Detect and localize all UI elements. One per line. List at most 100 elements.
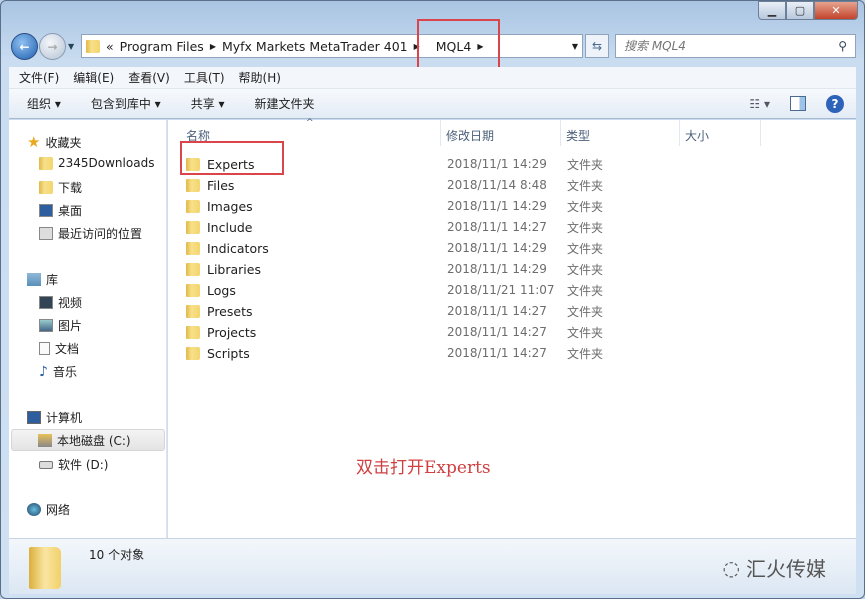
sidebar-item-pictures[interactable]: 图片 [39,317,82,334]
file-date: 2018/11/1 14:29 [447,199,547,213]
sidebar-item-music[interactable]: ♪ 音乐 [39,363,77,380]
drive-icon [39,460,53,469]
search-input[interactable] [624,39,804,53]
sidebar-libraries[interactable]: 库 [27,271,58,288]
sidebar-item-recent-places[interactable]: 最近访问的位置 [39,225,142,242]
folder-icon [86,39,100,53]
folder-icon [186,178,200,192]
close-button[interactable]: ✕ [814,1,858,20]
file-type: 文件夹 [567,304,604,319]
file-date: 2018/11/1 14:29 [447,262,547,276]
menu-edit[interactable]: 编辑(E) [73,69,114,86]
file-date: 2018/11/1 14:27 [447,220,547,234]
share-button[interactable]: 共享 ▾ [191,95,225,112]
search-box[interactable]: ⚲ [615,34,856,58]
file-date: 2018/11/1 14:27 [447,325,547,339]
file-row-images[interactable]: Images 2018/11/1 14:29 文件夹 [182,196,622,216]
file-list: 名称 ^ 修改日期 类型 大小 Experts 2018/11/1 14:29 … [168,118,856,538]
forward-button[interactable]: → [39,33,66,60]
menu-tools[interactable]: 工具(T) [184,69,225,86]
sidebar-item-drive-d[interactable]: 软件 (D:) [39,456,108,473]
annotation-text: 双击打开Experts [356,458,491,478]
sidebar-item-downloads[interactable]: 下载 [39,179,82,196]
file-row-presets[interactable]: Presets 2018/11/1 14:27 文件夹 [182,301,622,321]
library-icon [27,273,41,286]
recent-pages-dropdown[interactable]: ▼ [68,42,74,51]
command-bar: 组织 ▾ 包含到库中 ▾ 共享 ▾ 新建文件夹 ☷ ▾ ? [9,89,856,119]
sidebar-item-desktop[interactable]: 桌面 [39,202,82,219]
breadcrumb-program-files[interactable]: Program Files [120,39,204,54]
file-row-include[interactable]: Include 2018/11/1 14:27 文件夹 [182,217,622,237]
new-folder-button[interactable]: 新建文件夹 [255,95,315,112]
sidebar-computer[interactable]: 计算机 [27,409,82,426]
file-row-libraries[interactable]: Libraries 2018/11/1 14:29 文件夹 [182,259,622,279]
navigation-pane: ★ 收藏夹 2345Downloads 下载 桌面 最近访问的位置 库 视频 图片… [9,120,167,538]
breadcrumb-overflow[interactable]: « [106,39,114,54]
folder-icon [29,547,61,589]
file-type: 文件夹 [567,325,604,340]
help-icon[interactable]: ? [826,94,844,113]
file-date: 2018/11/21 11:07 [447,283,555,297]
sidebar-item-videos[interactable]: 视频 [39,294,82,311]
chevron-right-icon[interactable]: ▶ [210,42,216,51]
address-dropdown-icon[interactable]: ▼ [572,42,578,51]
recent-places-icon [39,227,53,240]
file-type: 文件夹 [567,262,604,277]
file-type: 文件夹 [567,199,604,214]
file-row-scripts[interactable]: Scripts 2018/11/1 14:27 文件夹 [182,343,622,363]
column-type[interactable]: 类型 [566,127,590,144]
preview-pane-icon[interactable] [790,96,806,111]
address-bar[interactable]: « Program Files ▶ Myfx Markets MetaTrade… [81,34,583,58]
file-date: 2018/11/14 8:48 [447,178,547,192]
minimize-button[interactable]: ▁ [758,1,786,20]
nav-buttons: ← → ▼ [11,33,74,60]
include-library-button[interactable]: 包含到库中 ▾ [91,95,161,112]
file-date: 2018/11/1 14:29 [447,241,547,255]
folder-icon [186,325,200,339]
menu-help[interactable]: 帮助(H) [239,69,281,86]
menu-view[interactable]: 查看(V) [128,69,170,86]
refresh-button[interactable]: ⇆ [585,34,609,58]
file-row-files[interactable]: Files 2018/11/14 8:48 文件夹 [182,175,622,195]
item-count: 10 个对象 [89,548,145,562]
file-row-indicators[interactable]: Indicators 2018/11/1 14:29 文件夹 [182,238,622,258]
sidebar-network[interactable]: 网络 [27,501,70,518]
file-type: 文件夹 [567,283,604,298]
desktop-icon [39,204,53,217]
music-icon: ♪ [39,363,48,380]
file-name: Files [207,177,235,193]
file-date: 2018/11/1 14:29 [447,157,547,171]
file-name: Libraries [207,261,261,277]
file-name: Logs [207,282,236,298]
sidebar-item-documents[interactable]: 文档 [39,340,79,357]
window-controls: ▁ ▢ ✕ [758,1,858,20]
file-type: 文件夹 [567,157,604,172]
file-row-projects[interactable]: Projects 2018/11/1 14:27 文件夹 [182,322,622,342]
column-date[interactable]: 修改日期 [446,127,494,144]
sidebar-favorites[interactable]: ★ 收藏夹 [27,133,81,151]
folder-icon [186,199,200,213]
file-type: 文件夹 [567,178,604,193]
wechat-icon: ◌ [722,555,740,580]
breadcrumb-metatrader[interactable]: Myfx Markets MetaTrader 401 [222,39,408,54]
menu-file[interactable]: 文件(F) [19,69,59,86]
folder-icon [186,283,200,297]
file-row-logs[interactable]: Logs 2018/11/21 11:07 文件夹 [182,280,622,300]
maximize-button[interactable]: ▢ [786,1,814,20]
view-options-icon[interactable]: ☷ ▾ [749,97,770,111]
star-icon: ★ [27,133,41,151]
search-icon[interactable]: ⚲ [838,39,847,53]
sidebar-item-drive-c[interactable]: 本地磁盘 (C:) [11,429,165,451]
document-icon [39,342,50,355]
organize-button[interactable]: 组织 ▾ [27,95,61,112]
file-name: Scripts [207,345,250,361]
column-size[interactable]: 大小 [685,127,709,144]
folder-icon [39,156,53,170]
file-type: 文件夹 [567,220,604,235]
system-drive-icon [38,433,52,447]
sidebar-item-2345downloads[interactable]: 2345Downloads [39,156,154,170]
file-name: Projects [207,324,257,340]
explorer-window: ▁ ▢ ✕ ← → ▼ « Program Files ▶ Myfx Marke… [0,0,865,599]
folder-icon [186,346,200,360]
back-button[interactable]: ← [11,33,38,60]
